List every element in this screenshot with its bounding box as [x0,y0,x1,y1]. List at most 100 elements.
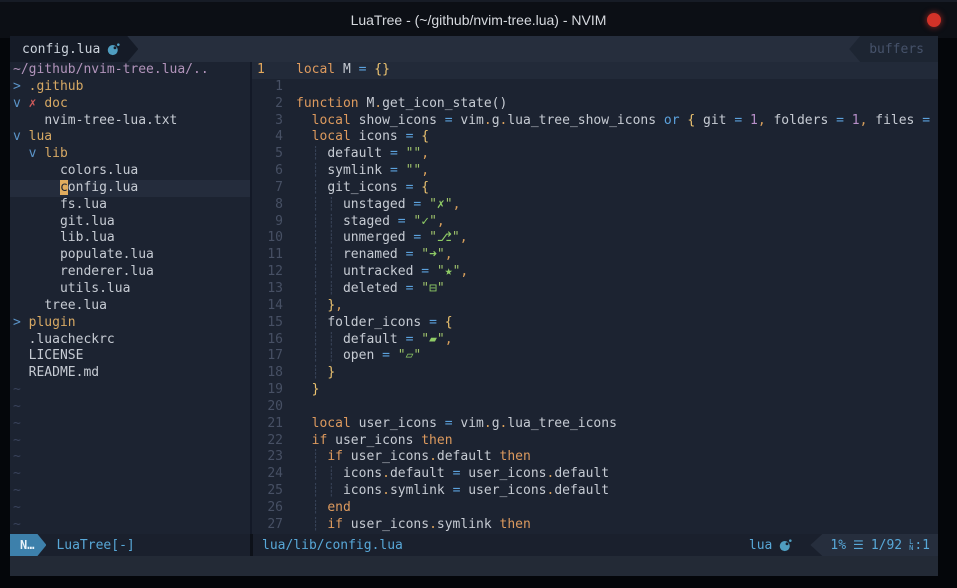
code-line[interactable]: 10 ┊ ┊ unmerged = "⎇", [252,230,938,247]
code-line[interactable]: 7 ┊ git_icons = { [252,180,938,197]
code-line[interactable]: 26 ┊ end [252,500,938,517]
line-number: 1 [252,79,296,96]
command-line[interactable] [10,556,938,576]
line-number: 11 [252,247,296,264]
code-line[interactable]: 17 ┊ ┊ open = "▱" [252,348,938,365]
tree-row[interactable]: v lib [10,146,250,163]
token-i [296,230,312,245]
ln-bottom: N [909,545,913,551]
token-i [296,281,312,296]
code-line[interactable]: 12 ┊ ┊ untracked = "★", [252,264,938,281]
lua-moon-icon [779,539,792,552]
token-g: ┊ [312,449,328,464]
lua-moon-icon [107,43,120,56]
code-line[interactable]: 1local M = {} [252,62,938,79]
code-line[interactable]: 5 ┊ default = "", [252,146,938,163]
token-k: then [500,517,531,532]
cursor-column: :1 [914,538,930,553]
token-folder: doc [44,96,67,111]
tree-row[interactable]: ~/github/nvim-tree.lua/.. [10,62,250,79]
code-line[interactable]: 15 ┊ folder_icons = { [252,315,938,332]
code-line[interactable]: 22 if user_icons then [252,433,938,450]
code-line[interactable]: 11 ┊ ┊ renamed = "➜", [252,247,938,264]
token-g: ┊ [327,264,343,279]
tree-row[interactable]: utils.lua [10,281,250,298]
token-i [296,517,312,532]
tree-row[interactable]: v ✗ doc [10,96,250,113]
tree-row[interactable]: > .github [10,79,250,96]
tree-row[interactable]: v lua [10,129,250,146]
line-number: 26 [252,500,296,517]
code-line[interactable]: 18 ┊ } [252,365,938,382]
token-i [421,230,429,245]
line-number-icon: LN [909,539,913,551]
token-file: fs.lua [60,197,107,212]
token-i: vim [453,113,484,128]
code-line[interactable]: 1 [252,79,938,96]
token-s: " [413,348,421,363]
tab-config-lua[interactable]: config.lua [10,36,138,62]
line-number: 4 [252,129,296,146]
token-k: if [327,517,343,532]
tree-row[interactable]: populate.lua [10,247,250,264]
line-number: 6 [252,163,296,180]
token-g: ┊ [312,230,328,245]
tree-row[interactable]: LICENSE [10,348,250,365]
code-line[interactable]: 27 ┊ if user_icons.symlink then [252,517,938,534]
tree-row[interactable]: tree.lua [10,298,250,315]
tree-row[interactable]: nvim-tree-lua.txt [10,113,250,130]
code-line[interactable]: 13 ┊ ┊ deleted = "⊟" [252,281,938,298]
code-line[interactable]: 8 ┊ ┊ unstaged = "✗", [252,197,938,214]
token-k: then [421,433,452,448]
code-line[interactable]: 4 local icons = { [252,129,938,146]
code-line[interactable]: 19 } [252,382,938,399]
token-i [421,197,429,212]
tabline: config.lua buffers [10,36,938,62]
tree-row[interactable]: lib.lua [10,230,250,247]
statusline-position-segment: 1% ☰ 1/92 LN :1 [810,534,938,556]
code-line[interactable]: 20 [252,399,938,416]
token-i [13,197,60,212]
tree-row-selected[interactable]: config.lua [10,180,250,197]
token-p: , [460,264,468,279]
tree-row[interactable]: git.lua [10,214,250,231]
code-line[interactable]: 25 ┊ ┊ icons.symlink = user_icons.defaul… [252,483,938,500]
token-i [296,247,312,262]
token-g: ┊ [327,197,343,212]
code-line[interactable]: 3 local show_icons = vim.g.lua_tree_show… [252,113,938,130]
token-i [296,113,312,128]
token-file: colors.lua [60,163,138,178]
token-i [296,180,312,195]
close-button[interactable] [927,13,941,27]
tree-row[interactable]: > plugin [10,315,250,332]
nvim-window: LuaTree - (~/github/nvim-tree.lua) - NVI… [0,0,957,588]
token-s: " [437,332,445,347]
tree-row[interactable]: colors.lua [10,163,250,180]
tree-row[interactable]: README.md [10,365,250,382]
code-line[interactable]: 21 local user_icons = vim.g.lua_tree_ico… [252,416,938,433]
buffers-label: buffers [869,42,924,57]
buffers-segment[interactable]: buffers [849,36,938,62]
token-i: default [554,466,609,481]
token-si: ▰ [429,332,437,347]
token-i: icons [343,466,382,481]
code-line[interactable]: 2function M.get_icon_state() [252,96,938,113]
tree-row[interactable]: .luacheckrc [10,332,250,349]
token-s: " [421,247,429,262]
code-line[interactable]: 16 ┊ ┊ default = "▰", [252,332,938,349]
tree-row[interactable]: renderer.lua [10,264,250,281]
token-s: " [429,197,437,212]
code-line[interactable]: 6 ┊ symlink = "", [252,163,938,180]
token-i [13,146,29,161]
code-line[interactable]: 23 ┊ if user_icons.default then [252,449,938,466]
code-line[interactable]: 9 ┊ ┊ staged = "✓", [252,214,938,231]
code-line[interactable]: 24 ┊ ┊ icons.default = user_icons.defaul… [252,466,938,483]
token-g: ┊ [327,230,343,245]
token-s: " [429,230,437,245]
line-number: 3 [252,113,296,130]
token-g: ┊ [312,197,328,212]
token-i [296,146,312,161]
lines-icon: ☰ [853,538,864,552]
code-line[interactable]: 14 ┊ }, [252,298,938,315]
tree-row[interactable]: fs.lua [10,197,250,214]
